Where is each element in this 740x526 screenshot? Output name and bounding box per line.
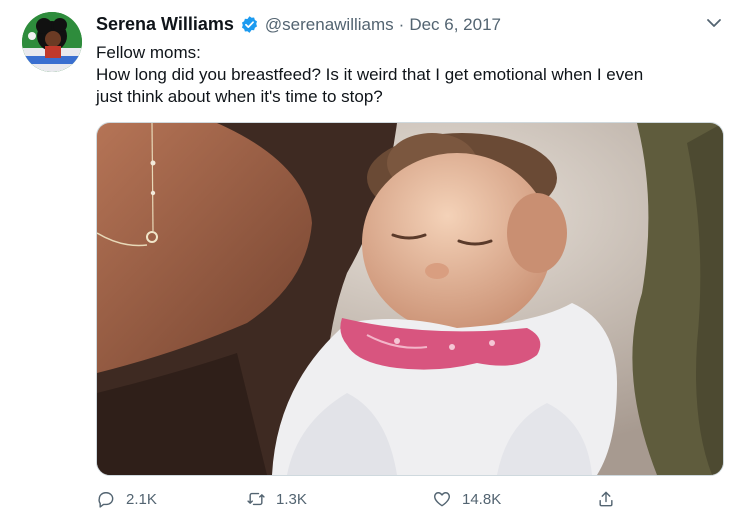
tweet-text: Fellow moms: How long did you breastfeed… [96,42,716,108]
tweet-date[interactable]: Dec 6, 2017 [409,15,501,35]
heart-icon [434,492,450,507]
reply-icon [98,492,114,508]
share-icon [599,491,613,507]
tweet-header: Serena Williams @serenawilliams · Dec 6,… [96,14,501,35]
like-count: 14.8K [462,490,502,508]
chevron-down-icon[interactable] [702,12,726,34]
tweet-text-line: just think about when it's time to stop? [96,87,383,106]
avatar-image [22,12,82,72]
separator-dot: · [398,14,405,34]
tweet-card: Serena Williams @serenawilliams · Dec 6,… [0,0,740,526]
tweet-photo[interactable] [96,122,724,476]
author-handle[interactable]: @serenawilliams [265,15,394,35]
tweet-text-line: Fellow moms: [96,43,201,62]
tweet-text-line: How long did you breastfeed? Is it weird… [96,65,644,84]
reply-button[interactable]: 2.1K [96,484,157,514]
baby-photo-image [97,123,723,475]
share-button[interactable] [596,484,616,514]
tweet-actions: 2.1K 1.3K 14.8K [96,484,636,514]
like-button[interactable]: 14.8K [432,484,501,514]
verified-badge-icon [240,15,259,34]
author-name[interactable]: Serena Williams [96,14,234,35]
retweet-button[interactable]: 1.3K [246,484,307,514]
reply-count: 2.1K [126,490,157,508]
retweet-count: 1.3K [276,490,307,508]
avatar[interactable] [22,12,82,72]
retweet-icon [247,492,265,506]
